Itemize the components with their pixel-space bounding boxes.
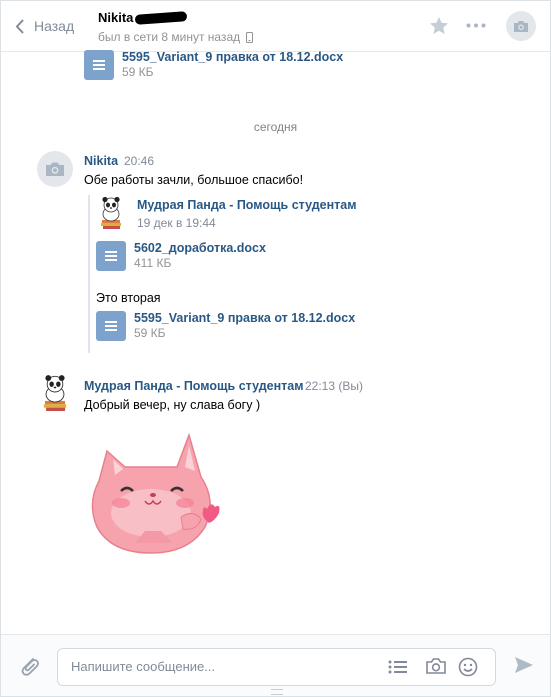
message-time[interactable]: 22:13 (Вы) (305, 379, 363, 393)
attach-icon[interactable] (19, 655, 41, 677)
message-placeholder: Напишите сообщение... (71, 659, 216, 674)
camera-icon (514, 20, 528, 32)
chat-window: Назад Nikita был в сети 8 минут назад 55… (0, 0, 551, 697)
panda-avatar-icon[interactable] (97, 195, 125, 229)
doc-attachment[interactable]: 5595_Variant_9 правка от 18.12.docx 59 К… (84, 50, 343, 80)
camera-icon (46, 162, 64, 176)
doc-name[interactable]: 5602_доработка.docx (134, 241, 266, 256)
back-label: Назад (34, 18, 75, 34)
doc-name[interactable]: 5595_Variant_9 правка от 18.12.docx (134, 311, 355, 326)
chat-header: Назад Nikita был в сети 8 минут назад (1, 1, 550, 52)
forward-bar (88, 195, 90, 353)
peer-name[interactable]: Nikita (98, 10, 133, 25)
author-avatar[interactable] (37, 151, 73, 187)
doc-attachment[interactable]: 5595_Variant_9 правка от 18.12.docx 59 К… (96, 311, 355, 341)
message-text: Обе работы зачли, большое спасибо! (84, 173, 304, 187)
smile-icon[interactable] (458, 657, 478, 677)
doc-size: 59 КБ (122, 65, 154, 79)
more-icon[interactable] (466, 23, 486, 28)
message-text: Добрый вечер, ну слава богу ) (84, 398, 261, 412)
chevron-left-icon (15, 18, 24, 34)
message-author[interactable]: Мудрая Панда - Помощь студентам (84, 379, 303, 393)
forward-author[interactable]: Мудрая Панда - Помощь студентам (137, 198, 356, 212)
message-time[interactable]: 20:46 (124, 154, 154, 168)
doc-size: 59 КБ (134, 326, 166, 340)
doc-size: 411 КБ (134, 256, 172, 270)
redaction-mark (134, 11, 188, 25)
star-icon[interactable] (429, 16, 449, 35)
message-input[interactable]: Напишите сообщение... (57, 648, 496, 686)
message-time-value: 22:13 (305, 379, 336, 393)
document-icon (96, 241, 126, 271)
list-icon[interactable] (388, 659, 408, 675)
peer-status-text: был в сети 8 минут назад (98, 30, 241, 44)
mine-label: (Вы) (338, 379, 363, 393)
message-author[interactable]: Nikita (84, 154, 118, 168)
forward-date[interactable]: 19 дек в 19:44 (137, 216, 216, 230)
forward-text: Это вторая (96, 291, 161, 305)
document-icon (84, 50, 114, 80)
send-icon[interactable] (514, 656, 534, 674)
panda-avatar-icon[interactable] (39, 373, 71, 411)
doc-name[interactable]: 5595_Variant_9 правка от 18.12.docx (122, 50, 343, 65)
camera-icon[interactable] (425, 657, 447, 675)
peer-status: был в сети 8 минут назад (98, 30, 254, 44)
peer-avatar[interactable] (506, 11, 536, 41)
resize-grip[interactable] (271, 689, 283, 695)
document-icon (96, 311, 126, 341)
mobile-icon (246, 31, 254, 43)
date-separator: сегодня (253, 120, 298, 134)
back-button[interactable]: Назад (15, 15, 74, 37)
cat-sticker[interactable] (85, 431, 221, 561)
composer: Напишите сообщение... (1, 634, 550, 696)
doc-attachment[interactable]: 5602_доработка.docx 411 КБ (96, 241, 266, 271)
